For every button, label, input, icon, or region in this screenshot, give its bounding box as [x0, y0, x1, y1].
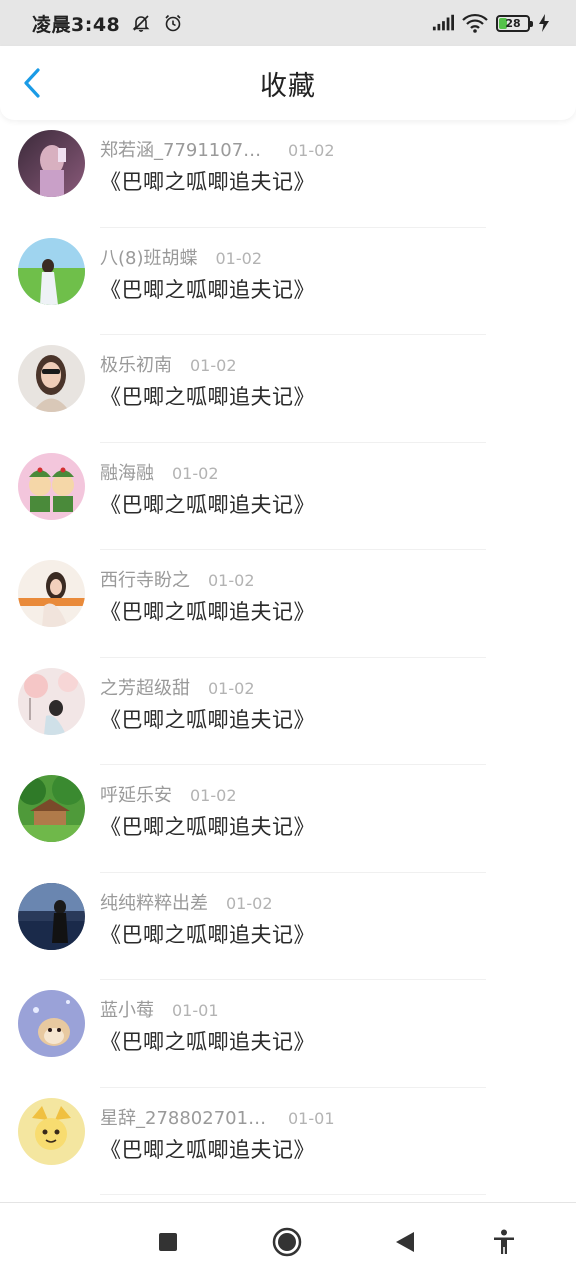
meta-line: 呼延乐安 01-02 [100, 781, 237, 807]
book-title: 《巴唧之呱唧追夫记》 [100, 277, 315, 302]
book-title: 《巴唧之呱唧追夫记》 [100, 815, 315, 839]
meta-line: 融海融 01-02 [100, 459, 219, 485]
item-date: 01-02 [215, 248, 263, 268]
list-item[interactable]: 之芳超级甜 01-02 《巴唧之呱唧追夫记》 [0, 658, 576, 765]
item-date: 01-02 [226, 893, 273, 913]
header: 收藏 [0, 46, 576, 120]
avatar[interactable] [18, 775, 85, 842]
avatar[interactable] [18, 990, 85, 1057]
meta-line: 之芳超级甜 01-02 [100, 674, 255, 700]
user-name: 蓝小莓 [100, 1000, 154, 1021]
list-item[interactable]: 融海融 01-02 《巴唧之呱唧追夫记》 [0, 443, 576, 550]
divider [100, 1194, 486, 1195]
item-date: 01-02 [190, 786, 237, 805]
list-item[interactable]: 呼延乐安 01-02 《巴唧之呱唧追夫记》 [0, 765, 576, 873]
avatar[interactable] [18, 237, 85, 305]
back-triangle-icon[interactable] [388, 1225, 422, 1259]
avatar[interactable] [18, 345, 85, 412]
recents-square-icon[interactable] [151, 1225, 185, 1259]
meta-line: 蓝小莓 01-01 [100, 996, 219, 1022]
meta-line: 星辞_2788027019… 01-01 [100, 1104, 335, 1130]
charging-icon [538, 12, 550, 34]
system-nav-bar [0, 1202, 576, 1280]
avatar[interactable] [18, 1097, 85, 1165]
user-name: 西行寺盼之 [100, 570, 190, 591]
item-date: 01-01 [288, 1108, 335, 1128]
book-title: 《巴唧之呱唧追夫记》 [100, 707, 315, 732]
user-name: 呼延乐安 [100, 785, 172, 806]
user-name: 融海融 [100, 462, 154, 484]
battery-indicator: 28 [496, 14, 533, 32]
meta-line: 郑若涵_77911079… 01-02 [100, 136, 335, 162]
status-bar: 凌晨3:48 28 [0, 0, 576, 46]
meta-line: 八(8)班胡蝶 01-02 [100, 244, 262, 270]
accessibility-icon[interactable] [487, 1225, 521, 1259]
meta-line: 纯纯粹粹出差 01-02 [100, 889, 273, 915]
user-name: 星辞_2788027019… [100, 1107, 270, 1129]
avatar[interactable] [18, 452, 85, 520]
book-title: 《巴唧之呱唧追夫记》 [100, 1030, 315, 1054]
status-time: 凌晨3:48 [32, 13, 121, 36]
back-button[interactable] [16, 66, 48, 100]
status-right: 28 [432, 12, 550, 34]
book-title: 《巴唧之呱唧追夫记》 [100, 1137, 315, 1162]
item-date: 01-02 [172, 463, 219, 483]
favorites-list: 郑若涵_77911079… 01-02 《巴唧之呱唧追夫记》 八(8)班胡蝶 0… [0, 120, 576, 1195]
item-date: 01-02 [190, 356, 237, 375]
status-left: 凌晨3:48 [32, 10, 184, 37]
list-item[interactable]: 八(8)班胡蝶 01-02 《巴唧之呱唧追夫记》 [0, 228, 576, 335]
avatar[interactable] [18, 130, 85, 197]
user-name: 纯纯粹粹出差 [100, 892, 208, 914]
meta-line: 西行寺盼之 01-02 [100, 566, 255, 592]
book-title: 《巴唧之呱唧追夫记》 [100, 170, 315, 194]
home-circle-icon[interactable] [270, 1225, 304, 1259]
meta-line: 极乐初南 01-02 [100, 351, 237, 377]
book-title: 《巴唧之呱唧追夫记》 [100, 385, 315, 409]
signal-icon [432, 12, 454, 34]
mute-bell-icon [130, 12, 152, 34]
item-date: 01-02 [208, 678, 255, 698]
battery-level: 28 [505, 16, 521, 30]
alarm-clock-icon [162, 12, 184, 34]
list-item[interactable]: 郑若涵_77911079… 01-02 《巴唧之呱唧追夫记》 [0, 120, 576, 228]
list-item[interactable]: 星辞_2788027019… 01-01 《巴唧之呱唧追夫记》 [0, 1088, 576, 1195]
user-name: 八(8)班胡蝶 [100, 247, 198, 269]
avatar[interactable] [18, 560, 85, 627]
book-title: 《巴唧之呱唧追夫记》 [100, 600, 315, 624]
page-title: 收藏 [260, 70, 316, 102]
avatar[interactable] [18, 667, 85, 735]
list-item[interactable]: 极乐初南 01-02 《巴唧之呱唧追夫记》 [0, 335, 576, 443]
list-item[interactable]: 纯纯粹粹出差 01-02 《巴唧之呱唧追夫记》 [0, 873, 576, 980]
item-date: 01-02 [288, 141, 335, 160]
list-item[interactable]: 西行寺盼之 01-02 《巴唧之呱唧追夫记》 [0, 550, 576, 658]
book-title: 《巴唧之呱唧追夫记》 [100, 922, 315, 947]
user-name: 郑若涵_77911079… [100, 140, 270, 161]
user-name: 之芳超级甜 [100, 677, 190, 699]
avatar[interactable] [18, 882, 85, 950]
book-title: 《巴唧之呱唧追夫记》 [100, 492, 315, 517]
chevron-left-icon [24, 68, 40, 98]
user-name: 极乐初南 [100, 355, 172, 376]
wifi-icon [462, 12, 488, 34]
list-item[interactable]: 蓝小莓 01-01 《巴唧之呱唧追夫记》 [0, 980, 576, 1088]
item-date: 01-01 [172, 1001, 219, 1020]
item-date: 01-02 [208, 571, 255, 590]
